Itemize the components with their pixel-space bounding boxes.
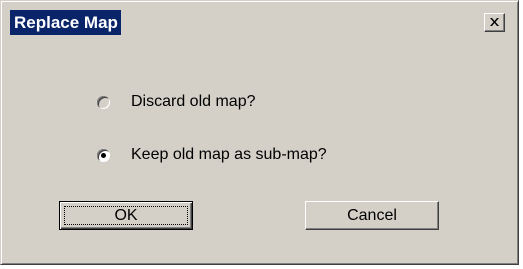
replace-map-dialog: Replace Map Discard old map? Keep old ma… xyxy=(0,0,519,265)
radio-label-keep: Keep old map as sub-map? xyxy=(131,146,327,163)
radio-keep-old-map[interactable]: Keep old map as sub-map? xyxy=(97,144,327,166)
radio-button-discard[interactable] xyxy=(97,95,110,109)
ok-button-label: OK xyxy=(114,207,138,224)
cancel-button[interactable]: Cancel xyxy=(305,201,439,230)
title-bar[interactable]: Replace Map xyxy=(4,4,515,38)
radio-label-discard: Discard old map? xyxy=(131,93,256,110)
radio-selected-dot xyxy=(101,152,106,158)
dialog-title: Replace Map xyxy=(10,10,121,35)
ok-button[interactable]: OK xyxy=(59,201,193,230)
radio-discard-old-map[interactable]: Discard old map? xyxy=(97,91,256,113)
close-button[interactable] xyxy=(484,13,505,32)
radio-button-keep[interactable] xyxy=(97,148,110,162)
cancel-button-label: Cancel xyxy=(347,207,397,224)
close-icon xyxy=(490,18,499,26)
